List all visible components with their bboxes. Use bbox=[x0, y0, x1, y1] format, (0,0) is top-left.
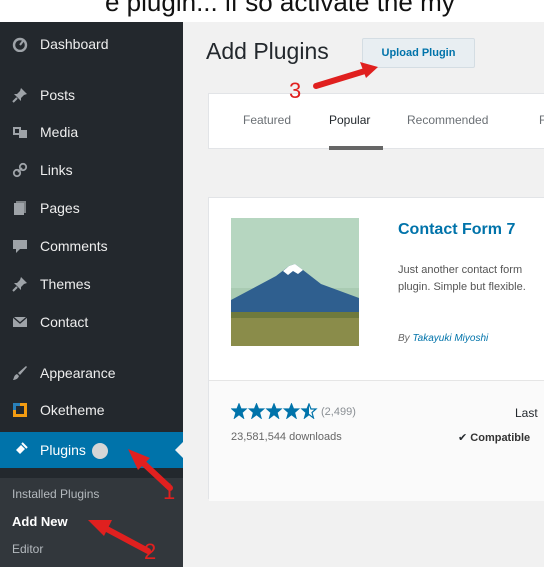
theme-square-icon bbox=[10, 400, 30, 420]
page-title: Add Plugins bbox=[206, 38, 329, 64]
submenu-add-new[interactable]: Add New bbox=[12, 514, 68, 529]
compatibility-label: ✔ Compatible bbox=[458, 432, 531, 444]
rating-star bbox=[282, 402, 301, 420]
menu-item-contact[interactable]: Contact bbox=[0, 304, 183, 340]
menu-item-appearance[interactable]: Appearance bbox=[0, 355, 183, 391]
last-updated-label: Last bbox=[515, 406, 538, 420]
menu-item-comments[interactable]: Comments bbox=[0, 228, 183, 264]
menu-label-oketheme: Oketheme bbox=[40, 402, 105, 418]
dashboard-icon bbox=[10, 34, 30, 54]
plugin-thumbnail[interactable] bbox=[231, 218, 359, 346]
download-count: 23,581,544 downloads bbox=[231, 431, 342, 443]
menu-label-media: Media bbox=[40, 124, 79, 140]
tab-featured[interactable]: Featured bbox=[243, 113, 291, 127]
submenu-installed-plugins[interactable]: Installed Plugins bbox=[12, 487, 99, 501]
link-icon bbox=[10, 160, 30, 180]
rating-star bbox=[247, 402, 266, 420]
rating-stars-icon bbox=[230, 402, 318, 420]
rating-star bbox=[265, 402, 283, 420]
brush-icon bbox=[10, 363, 30, 383]
pages-icon bbox=[10, 198, 30, 218]
comment-icon bbox=[10, 236, 30, 256]
menu-item-posts[interactable]: Posts bbox=[0, 77, 183, 113]
menu-item-dashboard[interactable]: Dashboard bbox=[0, 26, 183, 62]
admin-sidebar: Dashboard Posts Media Links Pages Commen… bbox=[0, 22, 183, 567]
menu-item-links[interactable]: Links bbox=[0, 152, 183, 188]
main-content: Add Plugins Upload Plugin Featured Popul… bbox=[183, 22, 544, 567]
rating-star bbox=[300, 402, 318, 420]
update-badge bbox=[91, 443, 108, 459]
plugin-name-link[interactable]: Contact Form 7 bbox=[398, 221, 515, 239]
plugin-author: By Takayuki Miyoshi bbox=[398, 333, 488, 344]
caption-strip: e plugin... if so activate the my bbox=[0, 0, 544, 22]
mail-icon bbox=[10, 312, 30, 332]
menu-label-contact: Contact bbox=[40, 314, 89, 330]
plugin-card: Contact Form 7 Just another contact form… bbox=[208, 197, 544, 501]
submenu-editor[interactable]: Editor bbox=[12, 542, 43, 556]
tab-favorites[interactable]: F bbox=[539, 113, 544, 127]
menu-label-appearance: Appearance bbox=[40, 365, 116, 381]
compatibility-text: Compatible bbox=[470, 432, 531, 444]
pushpin-icon bbox=[10, 85, 30, 105]
active-menu-arrow bbox=[175, 442, 183, 458]
annotation-number-2: 2 bbox=[144, 539, 157, 564]
menu-item-pages[interactable]: Pages bbox=[0, 190, 183, 226]
menu-label-themes: Themes bbox=[40, 276, 91, 292]
menu-label-posts: Posts bbox=[40, 87, 76, 103]
menu-label-dashboard: Dashboard bbox=[40, 36, 109, 52]
tab-popular[interactable]: Popular bbox=[329, 113, 370, 127]
pushpin-icon bbox=[10, 274, 30, 294]
annotation-number-1: 1 bbox=[163, 479, 176, 504]
active-tab-indicator bbox=[329, 146, 383, 150]
menu-label-plugins: Plugins bbox=[40, 442, 86, 458]
caption-text: e plugin... if so activate the my bbox=[105, 0, 455, 17]
menu-item-oketheme[interactable]: Oketheme bbox=[0, 392, 183, 428]
star-rating bbox=[230, 402, 319, 424]
plugin-description: Just another contact form plugin. Simple… bbox=[398, 264, 526, 293]
annotation-number-3: 3 bbox=[289, 78, 302, 103]
plugin-filter-tabs: Featured Popular Recommended F bbox=[208, 93, 544, 150]
media-icon bbox=[10, 122, 30, 142]
upload-plugin-button[interactable]: Upload Plugin bbox=[362, 38, 475, 68]
author-prefix: By bbox=[398, 333, 413, 344]
menu-item-plugins[interactable]: Plugins bbox=[0, 432, 183, 468]
rating-star bbox=[230, 402, 248, 420]
menu-item-themes[interactable]: Themes bbox=[0, 266, 183, 302]
menu-label-links: Links bbox=[40, 162, 73, 178]
menu-item-media[interactable]: Media bbox=[0, 114, 183, 150]
plugin-icon bbox=[10, 440, 30, 460]
menu-label-pages: Pages bbox=[40, 200, 80, 216]
menu-label-comments: Comments bbox=[40, 238, 108, 254]
tab-recommended[interactable]: Recommended bbox=[407, 113, 488, 127]
rating-count[interactable]: (2,499) bbox=[321, 406, 356, 418]
author-link[interactable]: Takayuki Miyoshi bbox=[412, 333, 488, 344]
